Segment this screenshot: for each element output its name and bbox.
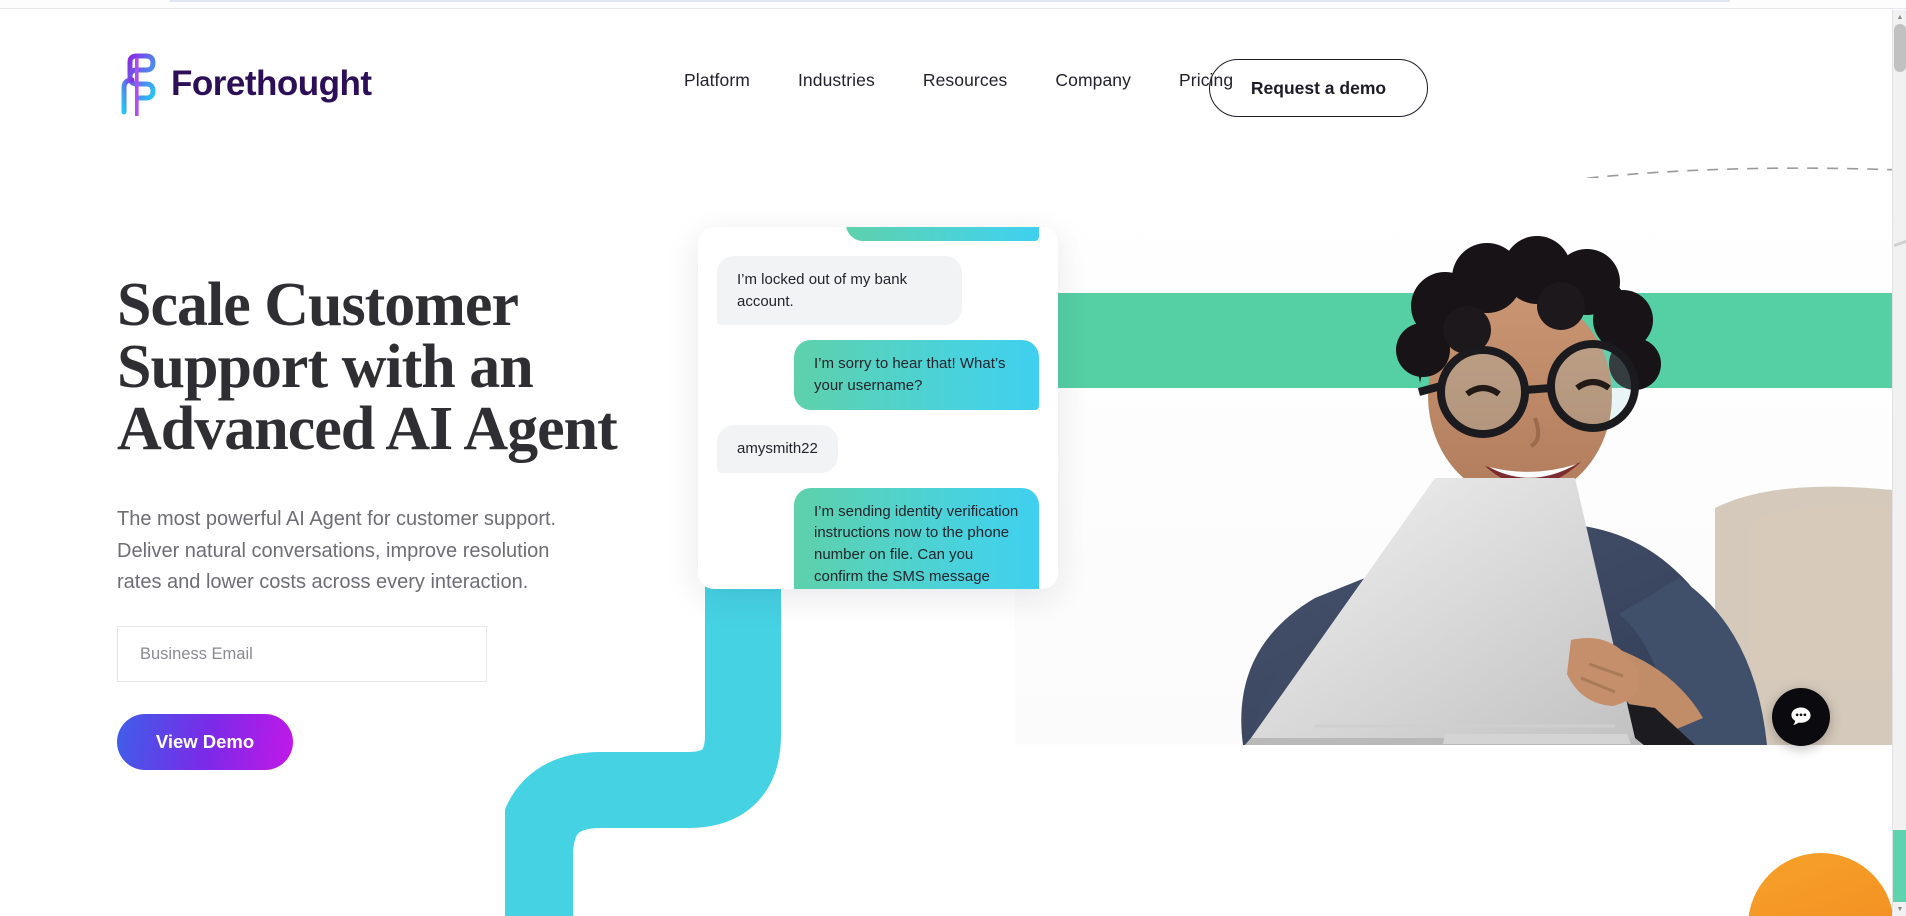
- chat-bubble-user: I’m locked out of my bank account.: [717, 255, 962, 326]
- scrollbar-thumb[interactable]: [1894, 24, 1906, 72]
- view-demo-button[interactable]: View Demo: [117, 714, 293, 770]
- chat-message: I’m sending identity verification instru…: [717, 487, 1039, 589]
- request-a-demo-button[interactable]: Request a demo: [1209, 59, 1428, 117]
- scroll-down-arrow-icon[interactable]: ▼: [1893, 902, 1906, 916]
- chat-message: amysmith22: [717, 424, 1039, 473]
- nav-item-industries[interactable]: Industries: [774, 70, 899, 91]
- page-viewport: Forethought Platform Industries Resource…: [0, 10, 1892, 916]
- page-title: Scale Customer Support with an Advanced …: [117, 271, 618, 463]
- chat-bubble-agent: agent. How can I help?: [845, 227, 1039, 241]
- chat-widget-button[interactable]: [1772, 688, 1830, 746]
- nav-item-platform[interactable]: Platform: [660, 70, 774, 91]
- hero-photo: [1015, 178, 1892, 745]
- site-header: Forethought Platform Industries Resource…: [0, 10, 1892, 158]
- page-scrollbar[interactable]: ▲ ▼: [1892, 10, 1906, 916]
- scrollbar-page-color-hint: [1893, 830, 1906, 902]
- hero-photo-image: [1015, 178, 1892, 745]
- hero-section: Scale Customer Support with an Advanced …: [117, 271, 737, 770]
- chat-bubble-agent: I’m sending identity verification instru…: [794, 487, 1039, 589]
- hero-subtitle: The most powerful AI Agent for customer …: [117, 508, 557, 594]
- chat-message: agent. How can I help?: [717, 227, 1039, 241]
- chat-message-list: agent. How can I help? I’m locked out of…: [698, 227, 1058, 589]
- chat-bubble-agent: I’m sorry to hear that! What’s your user…: [794, 340, 1039, 410]
- logo[interactable]: Forethought: [117, 52, 372, 116]
- cyan-ribbon-decoration: [505, 585, 781, 916]
- scroll-up-arrow-icon[interactable]: ▲: [1893, 10, 1906, 24]
- chat-bubble-icon: [1791, 707, 1811, 725]
- browser-chrome-strip: [0, 0, 1906, 9]
- nav-item-resources[interactable]: Resources: [899, 70, 1032, 91]
- chat-demo-card: agent. How can I help? I’m locked out of…: [698, 227, 1058, 589]
- forethought-f-logo-icon: [121, 53, 156, 116]
- orange-circle-decoration: [1748, 853, 1892, 916]
- business-email-input[interactable]: [117, 626, 487, 682]
- main-navigation: Platform Industries Resources Company Pr…: [660, 70, 1257, 91]
- nav-item-company[interactable]: Company: [1031, 70, 1155, 91]
- scrollbar-marker: [1894, 240, 1906, 247]
- chat-message: I’m sorry to hear that! What’s your user…: [717, 340, 1039, 410]
- chat-message: I’m locked out of my bank account.: [717, 255, 1039, 326]
- logo-text: Forethought: [171, 64, 372, 103]
